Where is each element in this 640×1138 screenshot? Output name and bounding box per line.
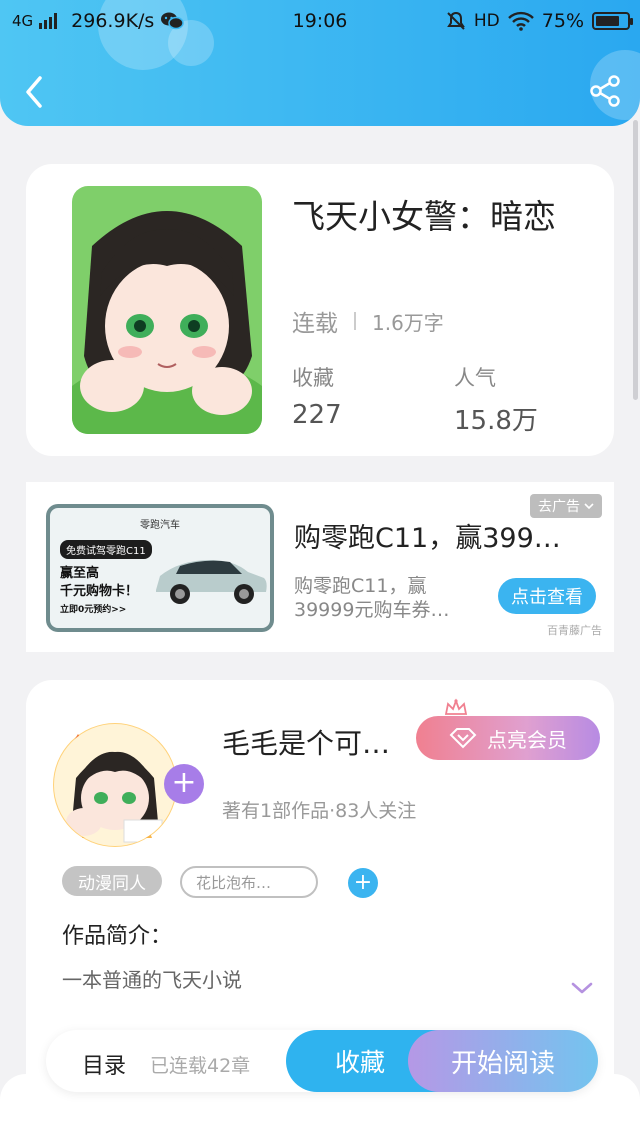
chevron-down-icon (584, 503, 594, 510)
favorites-value: 227 (292, 400, 342, 430)
battery-icon (592, 12, 633, 30)
share-button[interactable] (588, 74, 622, 108)
back-button[interactable] (16, 70, 52, 114)
header: 4G 296.9K/s 19:06 HD 75% (0, 0, 640, 126)
serial-status: 连载 (292, 311, 338, 337)
popularity-value: 15.8万 (454, 406, 538, 436)
author-stats: 著有1部作品·83人关注 (222, 800, 417, 822)
tag-chip[interactable]: 花比泡布… (180, 866, 318, 898)
car-illustration (156, 560, 267, 604)
ad-image-line: 千元购物卡！ (60, 584, 139, 599)
intro-label: 作品简介： (62, 924, 173, 949)
vip-button[interactable]: 点亮会员 (416, 716, 600, 760)
ad-image-tag: 免费试驾零跑C11 (60, 540, 152, 559)
close-ad-label: 去广告 (538, 499, 580, 515)
book-detail-page: 4G 296.9K/s 19:06 HD 75% 飞天小女警：暗恋 连载 1.6… (0, 0, 640, 1138)
book-info-card: 飞天小女警：暗恋 连载 1.6万字 收藏 人气 227 15.8万 (26, 164, 614, 456)
bottom-action-bar: 目录 已连载42章 收藏 开始阅读 (46, 1030, 598, 1092)
crown-icon (444, 698, 468, 715)
ad-source: 百青藤广告 (547, 624, 602, 637)
wifi-icon (507, 11, 534, 31)
vip-label: 点亮会员 (487, 727, 567, 752)
author-name[interactable]: 毛毛是个可… (222, 722, 390, 762)
hd-indicator: HD (473, 11, 500, 31)
divider (354, 312, 356, 330)
ad-description: 购零跑C11，赢39999元购车券… (294, 575, 450, 621)
word-count: 1.6万字 (372, 310, 444, 335)
author-avatar[interactable]: + (50, 720, 204, 850)
ad-image-line: 立即0元预约>> (60, 605, 127, 615)
ad-card[interactable]: 零跑汽车 免费试驾零跑C11 赢至高 千元购物卡！ 立即0元预约>> 购零跑C1… (26, 482, 614, 652)
cover-illustration (72, 186, 262, 434)
book-cover[interactable] (72, 186, 262, 434)
ad-image[interactable]: 零跑汽车 免费试驾零跑C11 赢至高 千元购物卡！ 立即0元预约>> (46, 504, 274, 632)
follow-plus-icon[interactable]: + (164, 764, 204, 804)
book-title: 飞天小女警：暗恋 (292, 197, 556, 236)
ad-title[interactable]: 购零跑C11，赢399… (294, 516, 561, 555)
chevron-down-icon[interactable] (570, 980, 594, 996)
scrollbar-thumb[interactable] (633, 120, 638, 400)
tag-chip[interactable]: 动漫同人 (62, 866, 162, 896)
close-ad-button[interactable]: 去广告 (530, 494, 602, 518)
ad-image-line: 赢至高 (60, 566, 100, 581)
book-meta: 连载 1.6万字 (292, 304, 444, 338)
add-tag-plus-icon[interactable]: + (348, 868, 378, 898)
chapter-count[interactable]: 已连载42章 (150, 1051, 250, 1078)
popularity-label: 人气 (454, 366, 496, 390)
diamond-icon (449, 728, 477, 749)
intro-text: 一本普通的飞天小说 (62, 968, 242, 992)
status-bar: 4G 296.9K/s 19:06 HD 75% (0, 0, 640, 44)
avatar (54, 724, 176, 846)
ad-image-brand: 零跑汽车 (140, 520, 180, 531)
ad-cta-button[interactable]: 点击查看 (498, 578, 596, 614)
start-reading-button[interactable]: 开始阅读 (408, 1030, 598, 1092)
favorites-label: 收藏 (292, 366, 334, 390)
mute-icon (447, 11, 465, 30)
battery-percent: 75% (541, 10, 584, 32)
toc-button[interactable]: 目录 (82, 1048, 126, 1080)
